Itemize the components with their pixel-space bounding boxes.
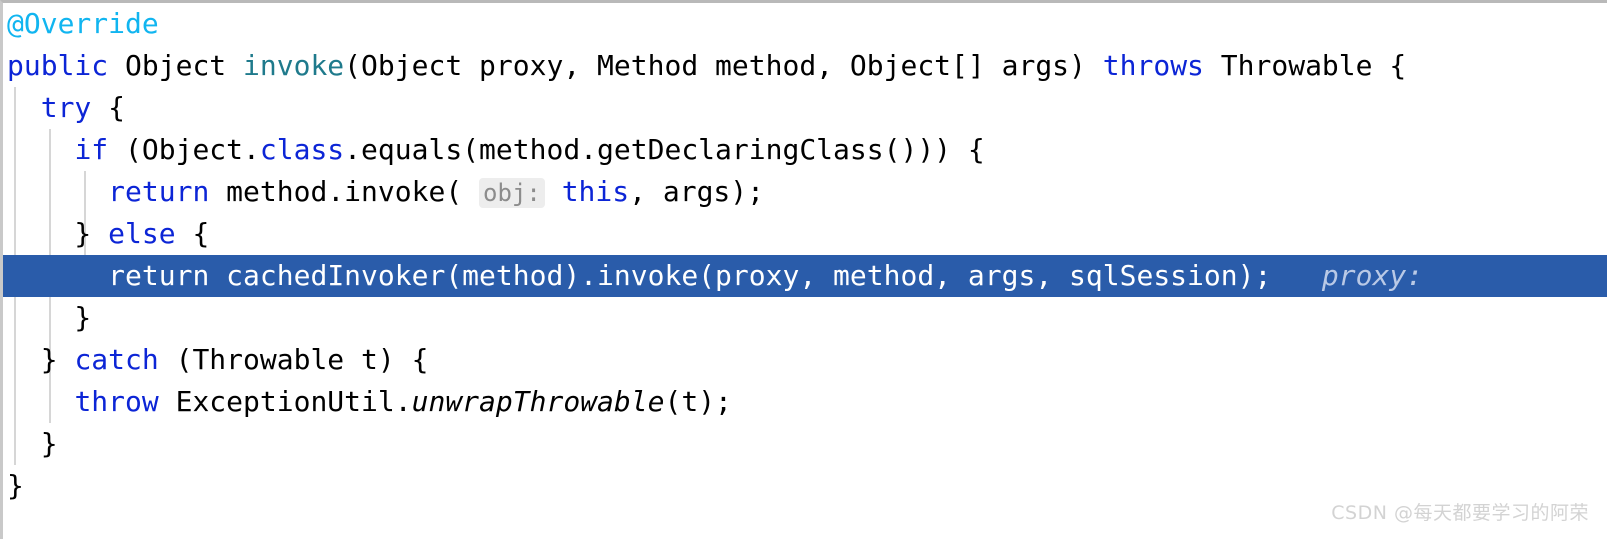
code-token-plain: } <box>7 217 109 250</box>
code-line[interactable]: @Override <box>3 3 1607 45</box>
code-token-plain: { <box>91 91 126 124</box>
code-token-kw: return <box>108 175 210 208</box>
code-token-kw: else <box>108 217 176 250</box>
code-token-kw: this <box>561 175 630 208</box>
code-line[interactable]: throw ExceptionUtil.unwrapThrowable(t); <box>3 381 1607 423</box>
code-token-plain: } <box>7 427 58 460</box>
code-token-hint-inline: proxy: <box>1321 259 1424 292</box>
code-token-plain: method.invoke( <box>209 175 463 208</box>
code-line[interactable]: try { <box>3 87 1607 129</box>
code-token-kw: catch <box>74 343 159 376</box>
csdn-watermark: CSDN @每天都要学习的阿荣 <box>1331 502 1589 524</box>
code-token-kw: public <box>7 49 109 82</box>
code-token-kw: throw <box>74 385 159 418</box>
code-line[interactable]: } else { <box>3 213 1607 255</box>
code-token-plain: { <box>175 217 210 250</box>
code-token-italic: unwrapThrowable <box>411 385 665 418</box>
code-token-plain: } <box>7 343 75 376</box>
code-token-plain: Object <box>108 49 244 82</box>
code-token-plain: Throwable { <box>1203 49 1407 82</box>
code-token-plain: (Object proxy, Method method, Object[] a… <box>344 49 1103 82</box>
code-token-plain: (t); <box>664 385 732 418</box>
code-token-kw: try <box>40 91 92 124</box>
code-token-plain: , args); <box>629 175 764 208</box>
code-line[interactable]: public Object invoke(Object proxy, Metho… <box>3 45 1607 87</box>
code-line[interactable]: } <box>3 423 1607 465</box>
code-token-hint: obj: <box>479 178 545 208</box>
code-line[interactable]: } catch (Throwable t) { <box>3 339 1607 381</box>
code-line[interactable]: return method.invoke( obj: this, args); <box>3 171 1607 213</box>
code-token-kw: class <box>259 133 345 166</box>
code-token-plain: } <box>7 301 92 334</box>
code-token-anno: @Override <box>7 7 159 40</box>
code-token-plain: (Throwable t) { <box>158 343 429 376</box>
code-token-plain: ExceptionUtil. <box>158 385 412 418</box>
code-line-selected[interactable]: return cachedInvoker(method).invoke(prox… <box>3 255 1607 297</box>
code-token-kw: return <box>108 259 210 292</box>
code-token-kw: throws <box>1102 49 1204 82</box>
code-token-plain: } <box>7 469 24 502</box>
code-token-plain: .equals(method.getDeclaringClass())) { <box>344 133 985 166</box>
code-line[interactable]: } <box>3 297 1607 339</box>
code-token-method: invoke <box>243 49 345 82</box>
code-editor-snippet[interactable]: @Override public Object invoke(Object pro… <box>0 0 1607 539</box>
code-token-kw: if <box>74 133 109 166</box>
code-token-plain: cachedInvoker(method).invoke(proxy, meth… <box>209 259 1272 292</box>
code-token-plain: (Object. <box>108 133 260 166</box>
code-area[interactable]: @Override public Object invoke(Object pro… <box>3 3 1607 539</box>
code-line[interactable]: if (Object.class.equals(method.getDeclar… <box>3 129 1607 171</box>
